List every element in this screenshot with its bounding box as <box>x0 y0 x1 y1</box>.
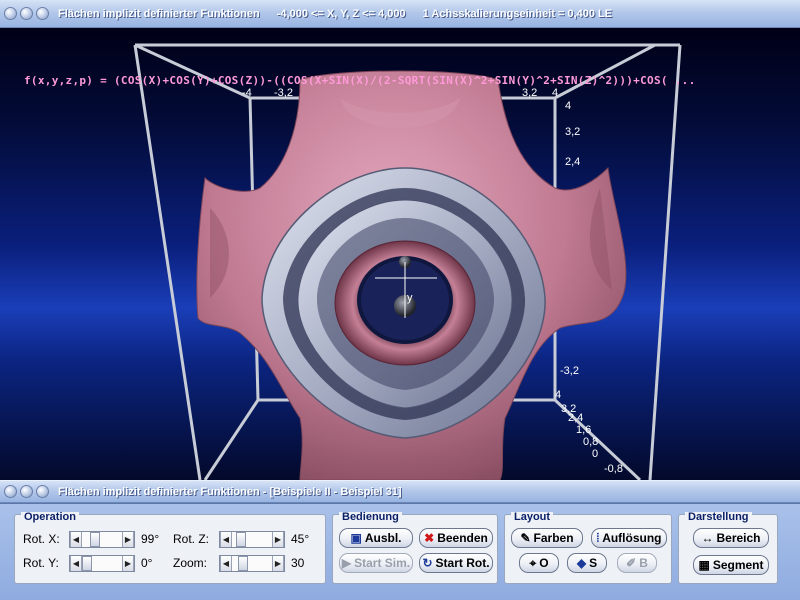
rot-y-left-arrow-icon[interactable]: ◀ <box>70 556 82 571</box>
window-maximize-icon[interactable] <box>36 7 49 20</box>
aufloesung-label: Auflösung <box>602 531 662 545</box>
grid-resolution-icon: ⦙ <box>596 530 600 545</box>
tick-lower-7: -0,8 <box>604 463 623 475</box>
tick-right-1: 3,2 <box>565 126 580 138</box>
tick-top-2: 3,2 <box>522 87 537 99</box>
tick-top-1: -3,2 <box>274 87 293 99</box>
brush-icon: ✐ <box>626 556 637 570</box>
tick-lower-4: 1,6 <box>576 424 591 436</box>
rot-y-thumb[interactable] <box>82 556 92 571</box>
rot-z-right-arrow-icon[interactable]: ▶ <box>272 532 284 547</box>
rot-z-thumb[interactable] <box>236 532 246 547</box>
rot-y-label: Rot. Y: <box>23 556 59 570</box>
rot-x-label: Rot. X: <box>23 532 60 546</box>
tick-lower-0: -3,2 <box>560 365 579 377</box>
segment-label: Segment <box>712 558 764 572</box>
axis-label-y: y <box>407 292 413 304</box>
main-window-titlebar[interactable]: Flächen implizit definierter Funktionen … <box>0 0 800 28</box>
rot-y-right-arrow-icon[interactable]: ▶ <box>122 556 134 571</box>
group-darstellung: Darstellung ↔ Bereich ▦ Segment <box>678 512 778 584</box>
rot-z-value: 45° <box>291 532 310 546</box>
zoom-right-arrow-icon[interactable]: ▶ <box>272 556 284 571</box>
beenden-label: Beenden <box>437 531 488 545</box>
control-maximize-icon[interactable] <box>36 485 49 498</box>
zoom-label: Zoom: <box>173 556 208 570</box>
range-arrows-icon: ↔ <box>701 531 714 545</box>
s-label: S <box>589 556 598 570</box>
tick-lower-5: 0,8 <box>583 436 598 448</box>
zoom-slider[interactable]: ◀ ▶ <box>219 555 285 572</box>
crosshair-icon: ⌖ <box>529 555 537 570</box>
rot-y-value: 0° <box>141 556 153 570</box>
rot-z-slider[interactable]: ◀ ▶ <box>219 531 285 548</box>
tick-lower-1: 4 <box>555 389 561 401</box>
rot-x-slider[interactable]: ◀ ▶ <box>69 531 135 548</box>
o-label: O <box>539 556 549 570</box>
close-x-icon: ✖ <box>424 531 435 545</box>
group-darstellung-title: Darstellung <box>685 512 752 523</box>
tick-top-3: 4 <box>552 87 558 99</box>
function-formula: f(x,y,z,p) = (COS(X)+COS(Y)+COS(Z))-((CO… <box>24 74 696 87</box>
zoom-thumb[interactable] <box>238 556 248 571</box>
start-rot-label: Start Rot. <box>435 556 490 570</box>
paint-icon: ✎ <box>520 531 531 545</box>
window-title: Flächen implizit definierter Funktionen … <box>58 8 626 20</box>
shading-icon: ◆ <box>576 556 587 570</box>
control-window-titlebar[interactable]: Flächen implizit definierter Funktionen … <box>0 480 800 503</box>
rot-y-slider[interactable]: ◀ ▶ <box>69 555 135 572</box>
table-icon: ▦ <box>698 558 710 572</box>
rot-x-left-arrow-icon[interactable]: ◀ <box>70 532 82 547</box>
window-scale-text: 1 Achsskalierungseinheit = 0,400 LE <box>422 7 613 20</box>
farben-button[interactable]: ✎ Farben <box>511 528 583 548</box>
zoom-left-arrow-icon[interactable]: ◀ <box>220 556 232 571</box>
group-bedienung-title: Bedienung <box>339 512 402 523</box>
control-panel: Operation Rot. X: ◀ ▶ 99° Rot. Y: ◀ ▶ 0°… <box>0 503 800 600</box>
hide-icon: ▣ <box>350 531 362 545</box>
rot-x-right-arrow-icon[interactable]: ▶ <box>122 532 134 547</box>
rot-x-value: 99° <box>141 532 160 546</box>
window-title-text: Flächen implizit definierter Funktionen <box>58 7 260 20</box>
control-window-title: Flächen implizit definierter Funktionen … <box>58 485 402 498</box>
tick-right-0: 4 <box>565 100 571 112</box>
farben-label: Farben <box>533 531 574 545</box>
control-minimize-icon[interactable] <box>20 485 33 498</box>
group-layout: Layout ✎ Farben ⦙ Auflösung ⌖ O ◆ S ✐ B <box>504 512 672 584</box>
plot-viewport[interactable]: y -4 -3,2 3,2 4 4 3,2 2,4 -3,2 4 3,2 2,4… <box>0 28 800 480</box>
window-range-text: -4,000 <= X, Y, Z <= 4,000 <box>276 7 406 20</box>
beenden-button[interactable]: ✖ Beenden <box>419 528 493 548</box>
rot-z-left-arrow-icon[interactable]: ◀ <box>220 532 232 547</box>
s-button[interactable]: ◆ S <box>567 553 607 573</box>
tick-right-2: 2,4 <box>565 156 580 168</box>
group-layout-title: Layout <box>511 512 554 523</box>
b-button[interactable]: ✐ B <box>617 553 657 573</box>
aufloesung-button[interactable]: ⦙ Auflösung <box>591 528 667 548</box>
tick-lower-6: 0 <box>592 448 598 460</box>
zoom-value: 30 <box>291 556 305 570</box>
b-label: B <box>639 556 648 570</box>
group-operation-title: Operation <box>21 512 79 523</box>
tick-lower-3: 2,4 <box>568 412 583 424</box>
ausbl-button[interactable]: ▣ Ausbl. <box>339 528 413 548</box>
ausbl-label: Ausbl. <box>364 531 402 545</box>
tick-top-0: -4 <box>242 87 252 99</box>
segment-button[interactable]: ▦ Segment <box>693 555 769 575</box>
rot-z-label: Rot. Z: <box>173 532 210 546</box>
group-operation: Operation Rot. X: ◀ ▶ 99° Rot. Y: ◀ ▶ 0°… <box>14 512 326 584</box>
start-rot-button[interactable]: ↻ Start Rot. <box>419 553 493 573</box>
o-button[interactable]: ⌖ O <box>519 553 559 573</box>
play-icon: ▶ <box>341 556 352 570</box>
bereich-label: Bereich <box>716 531 761 545</box>
bereich-button[interactable]: ↔ Bereich <box>693 528 769 548</box>
rotate-icon: ↻ <box>422 556 433 570</box>
window-close-icon[interactable] <box>4 7 17 20</box>
rot-x-thumb[interactable] <box>90 532 100 547</box>
control-close-icon[interactable] <box>4 485 17 498</box>
start-sim-label: Start Sim. <box>354 556 411 570</box>
surface-render: y -4 -3,2 3,2 4 4 3,2 2,4 -3,2 4 3,2 2,4… <box>133 43 682 480</box>
start-sim-button[interactable]: ▶ Start Sim. <box>339 553 413 573</box>
window-minimize-icon[interactable] <box>20 7 33 20</box>
group-bedienung: Bedienung ▣ Ausbl. ✖ Beenden ▶ Start Sim… <box>332 512 498 584</box>
